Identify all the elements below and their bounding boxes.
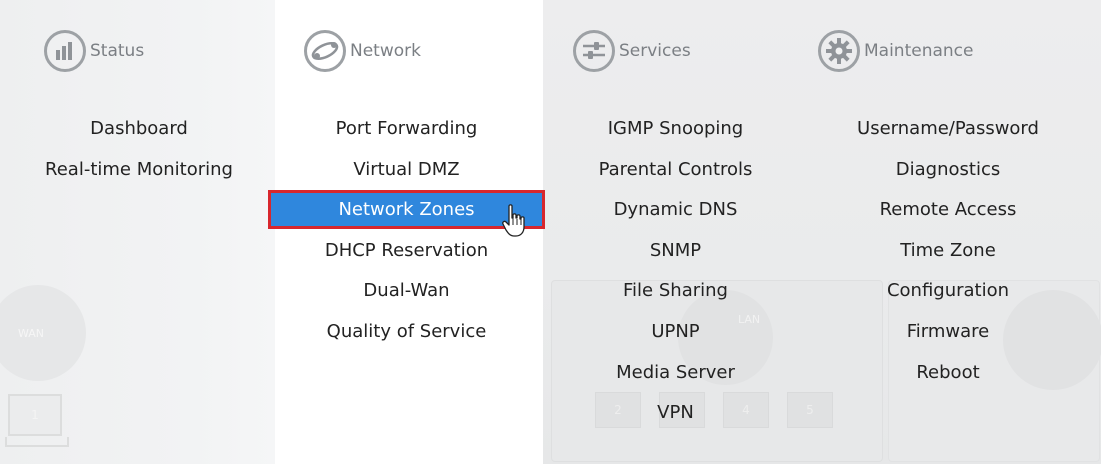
menu-item-upnp[interactable]: UPNP <box>543 312 808 353</box>
status-menu: Dashboard Real-time Monitoring <box>0 109 278 190</box>
menu-item-time-zone[interactable]: Time Zone <box>808 231 1088 272</box>
menu-item-reboot[interactable]: Reboot <box>808 353 1088 394</box>
menu-item-dual-wan[interactable]: Dual-Wan <box>271 271 542 312</box>
menu-item-snmp[interactable]: SNMP <box>543 231 808 272</box>
menu-item-username-password[interactable]: Username/Password <box>808 109 1088 150</box>
menu-item-vpn[interactable]: VPN <box>543 393 808 434</box>
menu-item-igmp-snooping[interactable]: IGMP Snooping <box>543 109 808 150</box>
network-orbit-icon <box>304 30 346 72</box>
services-title: Services <box>619 41 691 61</box>
gear-icon <box>818 30 860 72</box>
network-header[interactable]: Network <box>304 28 421 74</box>
menu-item-remote-access[interactable]: Remote Access <box>808 190 1088 231</box>
menu-item-parental-controls[interactable]: Parental Controls <box>543 150 808 191</box>
hand-cursor-icon <box>502 204 525 237</box>
status-column: Status Dashboard Real-time Monitoring <box>0 0 278 464</box>
sliders-icon <box>573 30 615 72</box>
menu-item-media-server[interactable]: Media Server <box>543 353 808 394</box>
services-column: Services IGMP Snooping Parental Controls… <box>543 0 808 464</box>
menu-item-configuration[interactable]: Configuration <box>808 271 1088 312</box>
menu-item-quality-of-service[interactable]: Quality of Service <box>271 312 542 353</box>
menu-item-real-time-monitoring[interactable]: Real-time Monitoring <box>0 150 278 191</box>
maintenance-title: Maintenance <box>864 41 974 61</box>
bar-chart-icon <box>44 30 86 72</box>
menu-item-diagnostics[interactable]: Diagnostics <box>808 150 1088 191</box>
network-title: Network <box>350 41 421 61</box>
services-menu: IGMP Snooping Parental Controls Dynamic … <box>543 109 808 434</box>
menu-item-file-sharing[interactable]: File Sharing <box>543 271 808 312</box>
menu-item-dynamic-dns[interactable]: Dynamic DNS <box>543 190 808 231</box>
menu-item-port-forwarding[interactable]: Port Forwarding <box>271 109 542 150</box>
status-header[interactable]: Status <box>44 28 144 74</box>
status-title: Status <box>90 41 145 61</box>
menu-item-dashboard[interactable]: Dashboard <box>0 109 278 150</box>
menu-item-firmware[interactable]: Firmware <box>808 312 1088 353</box>
maintenance-menu: Username/Password Diagnostics Remote Acc… <box>808 109 1088 393</box>
maintenance-header[interactable]: Maintenance <box>818 28 973 74</box>
services-header[interactable]: Services <box>573 28 691 74</box>
maintenance-column: Maintenance Username/Password Diagnostic… <box>808 0 1088 464</box>
menu-item-virtual-dmz[interactable]: Virtual DMZ <box>271 150 542 191</box>
